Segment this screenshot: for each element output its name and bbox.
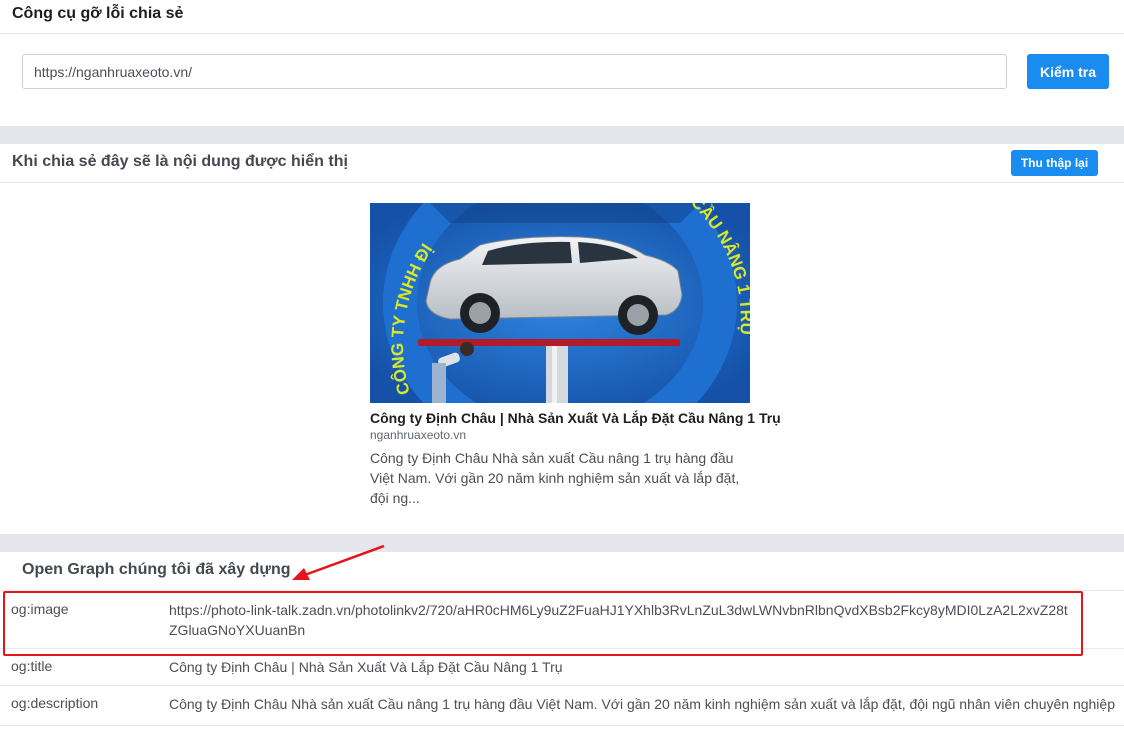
og-value: Công ty Định Châu Nhà sản xuất Cầu nâng …: [169, 696, 1115, 712]
page-title: Công cụ gỡ lỗi chia sẻ: [12, 5, 184, 22]
preview-description: Công ty Định Châu Nhà sản xuất Cầu nâng …: [370, 450, 740, 506]
preview-domain: nganhruaxeoto.vn: [370, 428, 467, 442]
table-row: og:description Công ty Định Châu Nhà sản…: [0, 686, 1124, 726]
og-key: og:description: [11, 695, 99, 711]
recollect-button[interactable]: Thu thập lại: [1011, 150, 1098, 176]
check-button[interactable]: Kiểm tra: [1027, 54, 1109, 89]
divider: [0, 33, 1124, 34]
share-preview-card[interactable]: CÔNG TY TNHH ĐỊ CẦU NÂNG 1 TRỤ Công ty Đ…: [370, 203, 781, 508]
url-input[interactable]: [22, 54, 1007, 89]
og-key: og:title: [11, 658, 53, 674]
divider: [0, 182, 1124, 183]
preview-heading: Khi chia sẻ đây sẽ là nội dung được hiển…: [12, 153, 348, 170]
preview-image: CÔNG TY TNHH ĐỊ CẦU NÂNG 1 TRỤ: [370, 203, 750, 403]
section-separator: [0, 126, 1124, 144]
preview-title: Công ty Định Châu | Nhà Sản Xuất Và Lắp …: [370, 410, 781, 426]
highlight-annotation: [3, 591, 1083, 656]
open-graph-heading: Open Graph chúng tôi đã xây dựng: [22, 561, 291, 578]
arrow-annotation-icon: [292, 544, 385, 580]
section-separator: [0, 534, 1124, 552]
preview-image-graphic: CÔNG TY TNHH ĐỊ CẦU NÂNG 1 TRỤ: [370, 203, 750, 403]
og-value: Công ty Định Châu | Nhà Sản Xuất Và Lắp …: [169, 659, 563, 675]
